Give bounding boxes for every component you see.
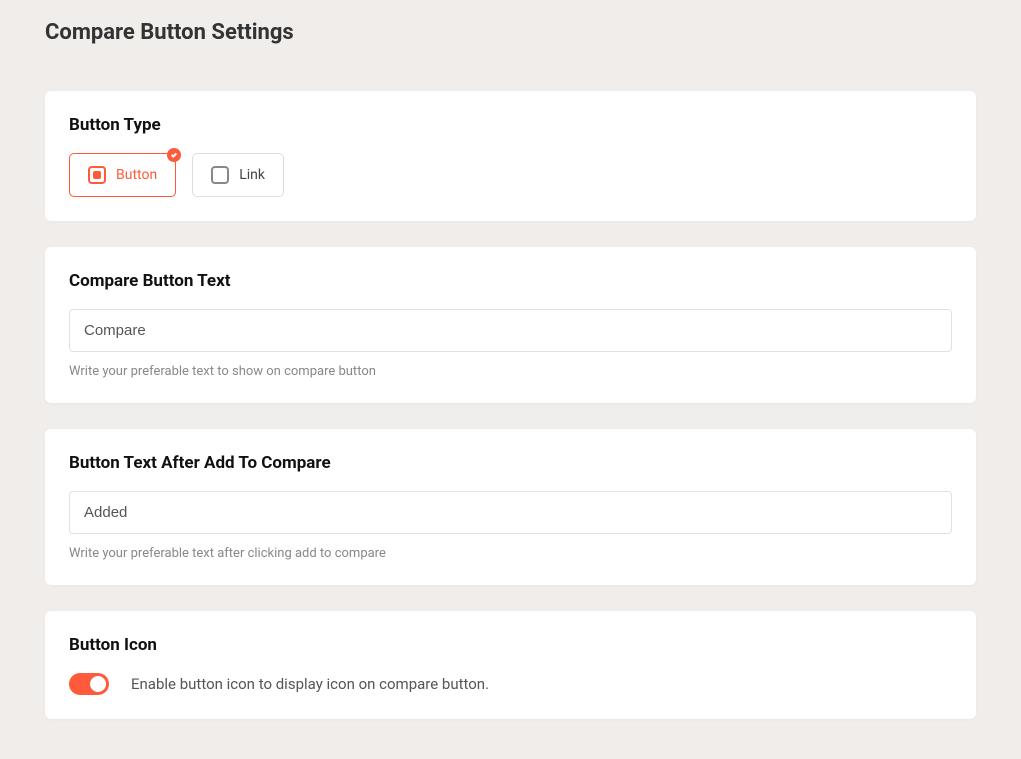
after-add-text-card: Button Text After Add To Compare Write y…: [45, 429, 976, 585]
button-icon-toggle[interactable]: [69, 673, 109, 695]
settings-content: Button Type Button Link Compare Button T…: [0, 91, 1021, 759]
check-badge-icon: [167, 148, 181, 162]
button-type-option-label: Link: [239, 167, 265, 183]
button-icon-toggle-label: Enable button icon to display icon on co…: [131, 675, 489, 693]
after-add-text-title: Button Text After Add To Compare: [69, 453, 952, 473]
radio-box-icon: [211, 166, 229, 184]
after-add-text-helper: Write your preferable text after clickin…: [69, 546, 952, 561]
compare-text-title: Compare Button Text: [69, 271, 952, 291]
toggle-knob-icon: [90, 676, 106, 692]
radio-box-icon: [88, 166, 106, 184]
compare-text-helper: Write your preferable text to show on co…: [69, 364, 952, 379]
button-icon-toggle-row: Enable button icon to display icon on co…: [69, 673, 952, 695]
button-type-option-label: Button: [116, 167, 157, 183]
button-type-option-button[interactable]: Button: [69, 153, 176, 197]
button-type-card: Button Type Button Link: [45, 91, 976, 221]
button-icon-card: Button Icon Enable button icon to displa…: [45, 611, 976, 719]
page-title: Compare Button Settings: [45, 20, 976, 45]
button-type-title: Button Type: [69, 115, 952, 135]
button-type-option-link[interactable]: Link: [192, 153, 284, 197]
button-type-group: Button Link: [69, 153, 952, 197]
after-add-text-input[interactable]: [69, 491, 952, 534]
button-icon-title: Button Icon: [69, 635, 952, 655]
compare-text-card: Compare Button Text Write your preferabl…: [45, 247, 976, 403]
page-header: Compare Button Settings: [0, 0, 1021, 65]
compare-text-input[interactable]: [69, 309, 952, 352]
